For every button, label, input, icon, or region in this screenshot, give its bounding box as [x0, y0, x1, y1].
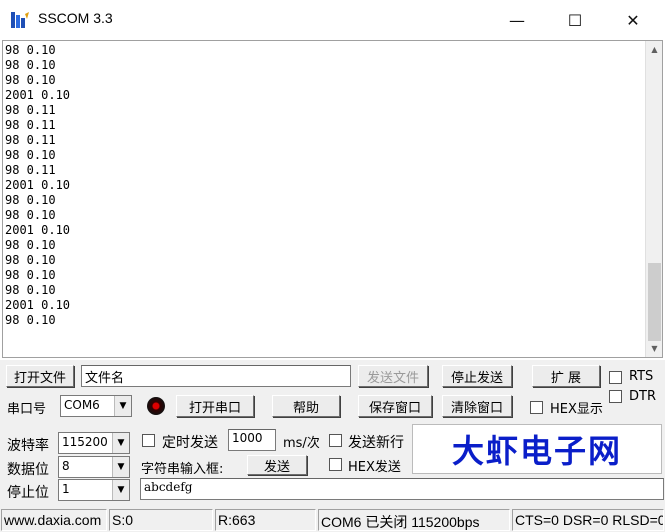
port-status-led-icon	[147, 397, 165, 415]
data-bits-label: 数据位	[7, 462, 49, 478]
hex-display-checkbox[interactable]	[530, 401, 543, 414]
interval-unit-label: ms/次	[283, 436, 320, 451]
stop-send-button[interactable]: 停止发送	[442, 365, 512, 387]
status-port-state: COM6 已关闭 115200bps	[318, 509, 510, 531]
open-file-button[interactable]: 打开文件	[6, 365, 74, 387]
scroll-up-icon[interactable]: ▲	[646, 41, 662, 58]
baud-label: 波特率	[7, 438, 49, 454]
rts-label: RTS	[629, 369, 654, 384]
output-line: 98 0.10	[5, 283, 56, 297]
output-line: 98 0.10	[5, 253, 56, 267]
interval-input[interactable]: 1000	[228, 429, 276, 451]
brand-banner: 大虾电子网	[412, 424, 662, 474]
output-line: 98 0.10	[5, 313, 56, 327]
send-button[interactable]: 发送	[247, 455, 307, 475]
dtr-checkbox[interactable]	[609, 390, 622, 403]
chevron-down-icon[interactable]: ▼	[112, 457, 129, 477]
scroll-thumb[interactable]	[648, 263, 661, 341]
output-line: 98 0.10	[5, 73, 56, 87]
send-newline-label: 发送新行	[348, 435, 404, 451]
hex-send-checkbox[interactable]	[329, 458, 342, 471]
output-line: 98 0.11	[5, 103, 56, 117]
title-bar: SSCOM 3.3 — ☐ ✕	[0, 0, 665, 40]
output-line: 2001 0.10	[5, 178, 71, 192]
output-line: 2001 0.10	[5, 88, 71, 102]
chevron-down-icon[interactable]: ▼	[114, 396, 131, 416]
open-port-button[interactable]: 打开串口	[176, 395, 254, 417]
status-bar: www.daxia.com S:0 R:663 COM6 已关闭 115200b…	[0, 508, 665, 532]
window-title: SSCOM 3.3	[38, 10, 113, 26]
output-line: 2001 0.10	[5, 223, 71, 237]
expand-button[interactable]: 扩 展	[532, 365, 600, 387]
output-line: 98 0.10	[5, 58, 56, 72]
chevron-down-icon[interactable]: ▼	[112, 433, 129, 453]
close-button[interactable]: ✕	[604, 0, 662, 40]
hex-display-label: HEX显示	[550, 402, 603, 417]
port-value: COM6	[64, 398, 100, 412]
dtr-label: DTR	[629, 389, 656, 404]
app-icon	[11, 12, 29, 28]
baud-value: 115200	[62, 435, 108, 449]
status-signals: CTS=0 DSR=0 RLSD=0	[512, 509, 664, 531]
status-sent: S:0	[109, 509, 213, 531]
stop-bits-value: 1	[62, 482, 70, 496]
vertical-scrollbar[interactable]: ▲ ▼	[645, 41, 662, 357]
filename-field[interactable]: 文件名	[81, 365, 351, 387]
stop-bits-label: 停止位	[7, 485, 49, 501]
output-lines: 98 0.10 98 0.10 98 0.10 2001 0.10 98 0.11 98 …	[5, 43, 70, 328]
stop-bits-select[interactable]: 1 ▼	[58, 479, 130, 501]
minimize-button[interactable]: —	[488, 0, 546, 40]
data-bits-select[interactable]: 8 ▼	[58, 456, 130, 478]
receive-output-area[interactable]: 98 0.10 98 0.10 98 0.10 2001 0.10 98 0.11 98 …	[2, 40, 663, 358]
output-line: 98 0.11	[5, 118, 56, 132]
output-line: 98 0.11	[5, 133, 56, 147]
send-file-button[interactable]: 发送文件	[358, 365, 428, 387]
status-received: R:663	[215, 509, 316, 531]
baud-select[interactable]: 115200 ▼	[58, 432, 130, 454]
output-line: 2001 0.10	[5, 298, 71, 312]
output-line: 98 0.10	[5, 43, 56, 57]
input-box-label: 字符串输入框:	[141, 462, 224, 477]
output-line: 98 0.10	[5, 193, 56, 207]
output-line: 98 0.10	[5, 238, 56, 252]
send-newline-checkbox[interactable]	[329, 434, 342, 447]
status-site: www.daxia.com	[1, 509, 107, 531]
control-panel: 打开文件 文件名 发送文件 停止发送 扩 展 RTS DTR 串口号 COM6 …	[0, 360, 665, 508]
timed-send-label: 定时发送	[162, 435, 218, 451]
send-text-input[interactable]: abcdefg	[140, 478, 664, 500]
clear-window-button[interactable]: 清除窗口	[442, 395, 512, 417]
output-line: 98 0.10	[5, 208, 56, 222]
output-line: 98 0.10	[5, 148, 56, 162]
output-line: 98 0.11	[5, 163, 56, 177]
rts-checkbox[interactable]	[609, 371, 622, 384]
timed-send-checkbox[interactable]	[142, 434, 155, 447]
scroll-down-icon[interactable]: ▼	[646, 340, 662, 357]
maximize-button[interactable]: ☐	[546, 0, 604, 40]
save-window-button[interactable]: 保存窗口	[358, 395, 432, 417]
hex-send-label: HEX发送	[348, 460, 401, 475]
output-line: 98 0.10	[5, 268, 56, 282]
data-bits-value: 8	[62, 459, 70, 473]
port-select[interactable]: COM6 ▼	[60, 395, 132, 417]
port-label: 串口号	[7, 402, 47, 417]
chevron-down-icon[interactable]: ▼	[112, 480, 129, 500]
help-button[interactable]: 帮助	[272, 395, 340, 417]
